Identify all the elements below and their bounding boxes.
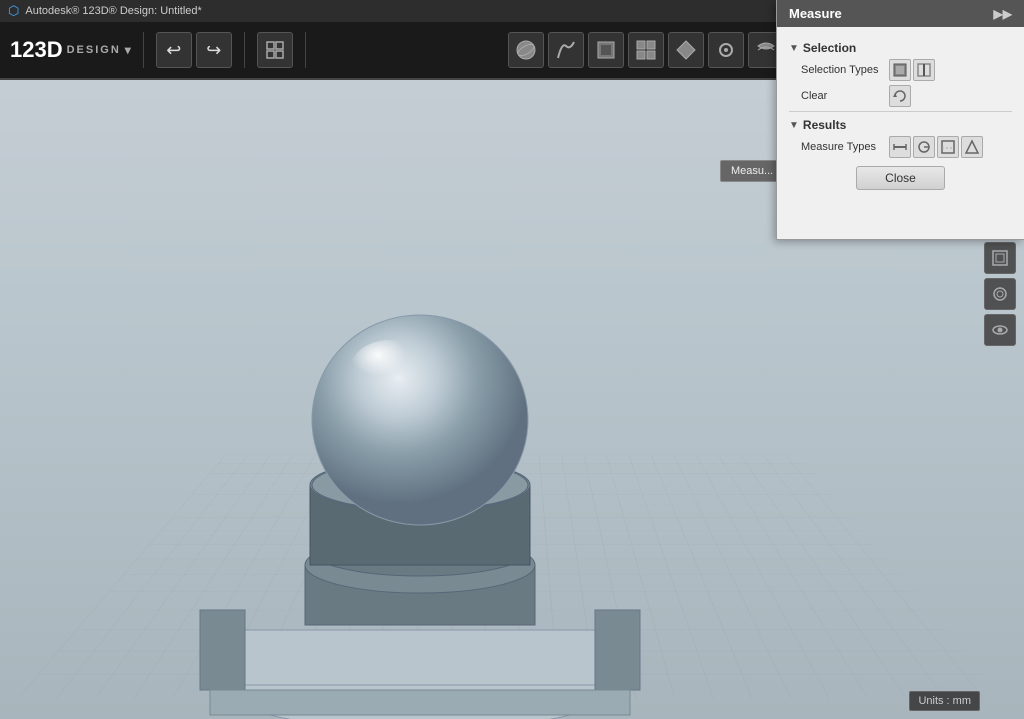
clear-row: Clear [789,85,1012,107]
measure-linear-button[interactable] [889,136,911,158]
panel-divider-1 [789,111,1012,112]
sketch-button[interactable] [548,32,584,68]
edge-selection-button[interactable] [913,59,935,81]
undo-button[interactable]: ↩ [156,32,192,68]
measure-panel: Measure ▶▶ ▼ Selection Selection Types [776,0,1024,240]
measure-types-label: Measure Types [801,141,881,153]
visibility-button[interactable] [984,314,1016,346]
logo-caret[interactable]: ▾ [125,43,131,57]
grid-tool-button[interactable] [257,32,293,68]
panel-title: Measure [789,6,842,21]
panel-header-icons: ▶▶ [994,7,1012,21]
pattern-button[interactable] [668,32,704,68]
measure-radial-button[interactable] [913,136,935,158]
measure-area-button[interactable] [937,136,959,158]
titlebar-left: ⬡ Autodesk® 123D® Design: Untitled* [8,3,202,19]
measure-type-buttons [889,136,983,158]
selection-types-row: Selection Types [789,59,1012,81]
units-badge: Units : mm [909,691,980,711]
measure-active-tab[interactable]: Measu... [720,160,784,182]
selection-arrow-icon[interactable]: ▼ [789,43,799,54]
close-button[interactable]: Close [856,166,945,190]
panel-expand-icon[interactable]: ▶▶ [994,7,1012,21]
separator-1 [143,32,144,68]
panel-body: ▼ Selection Selection Types Clear [777,27,1024,202]
modify-button[interactable] [628,32,664,68]
selection-label: Selection [803,41,856,55]
fit-view-button[interactable] [984,242,1016,274]
selection-type-buttons [889,59,935,81]
panel-header: Measure ▶▶ [777,0,1024,27]
results-label: Results [803,118,846,132]
clear-buttons [889,85,911,107]
face-selection-button[interactable] [889,59,911,81]
primitives-button[interactable] [508,32,544,68]
3d-object: 75 80 [160,300,680,719]
construct-button[interactable] [588,32,624,68]
separator-2 [244,32,245,68]
selection-section-header: ▼ Selection [789,41,1012,55]
app-icon: ⬡ [8,3,19,19]
measure-types-row: Measure Types [789,136,1012,158]
clear-button[interactable] [889,85,911,107]
snap-button[interactable] [708,32,744,68]
logo-design: DESIGN [67,44,121,56]
nav-buttons: ↩ ↪ [156,32,232,68]
separator-3 [305,32,306,68]
perspective-button[interactable] [984,278,1016,310]
logo-123d: 123D [10,37,63,63]
results-arrow-icon[interactable]: ▼ [789,120,799,131]
app-logo: 123D DESIGN ▾ [10,37,131,63]
measure-angle-button[interactable] [961,136,983,158]
clear-label: Clear [801,90,881,102]
app-title: Autodesk® 123D® Design: Untitled* [25,5,201,17]
results-section-header: ▼ Results [789,118,1012,132]
redo-button[interactable]: ↪ [196,32,232,68]
selection-types-label: Selection Types [801,64,881,76]
